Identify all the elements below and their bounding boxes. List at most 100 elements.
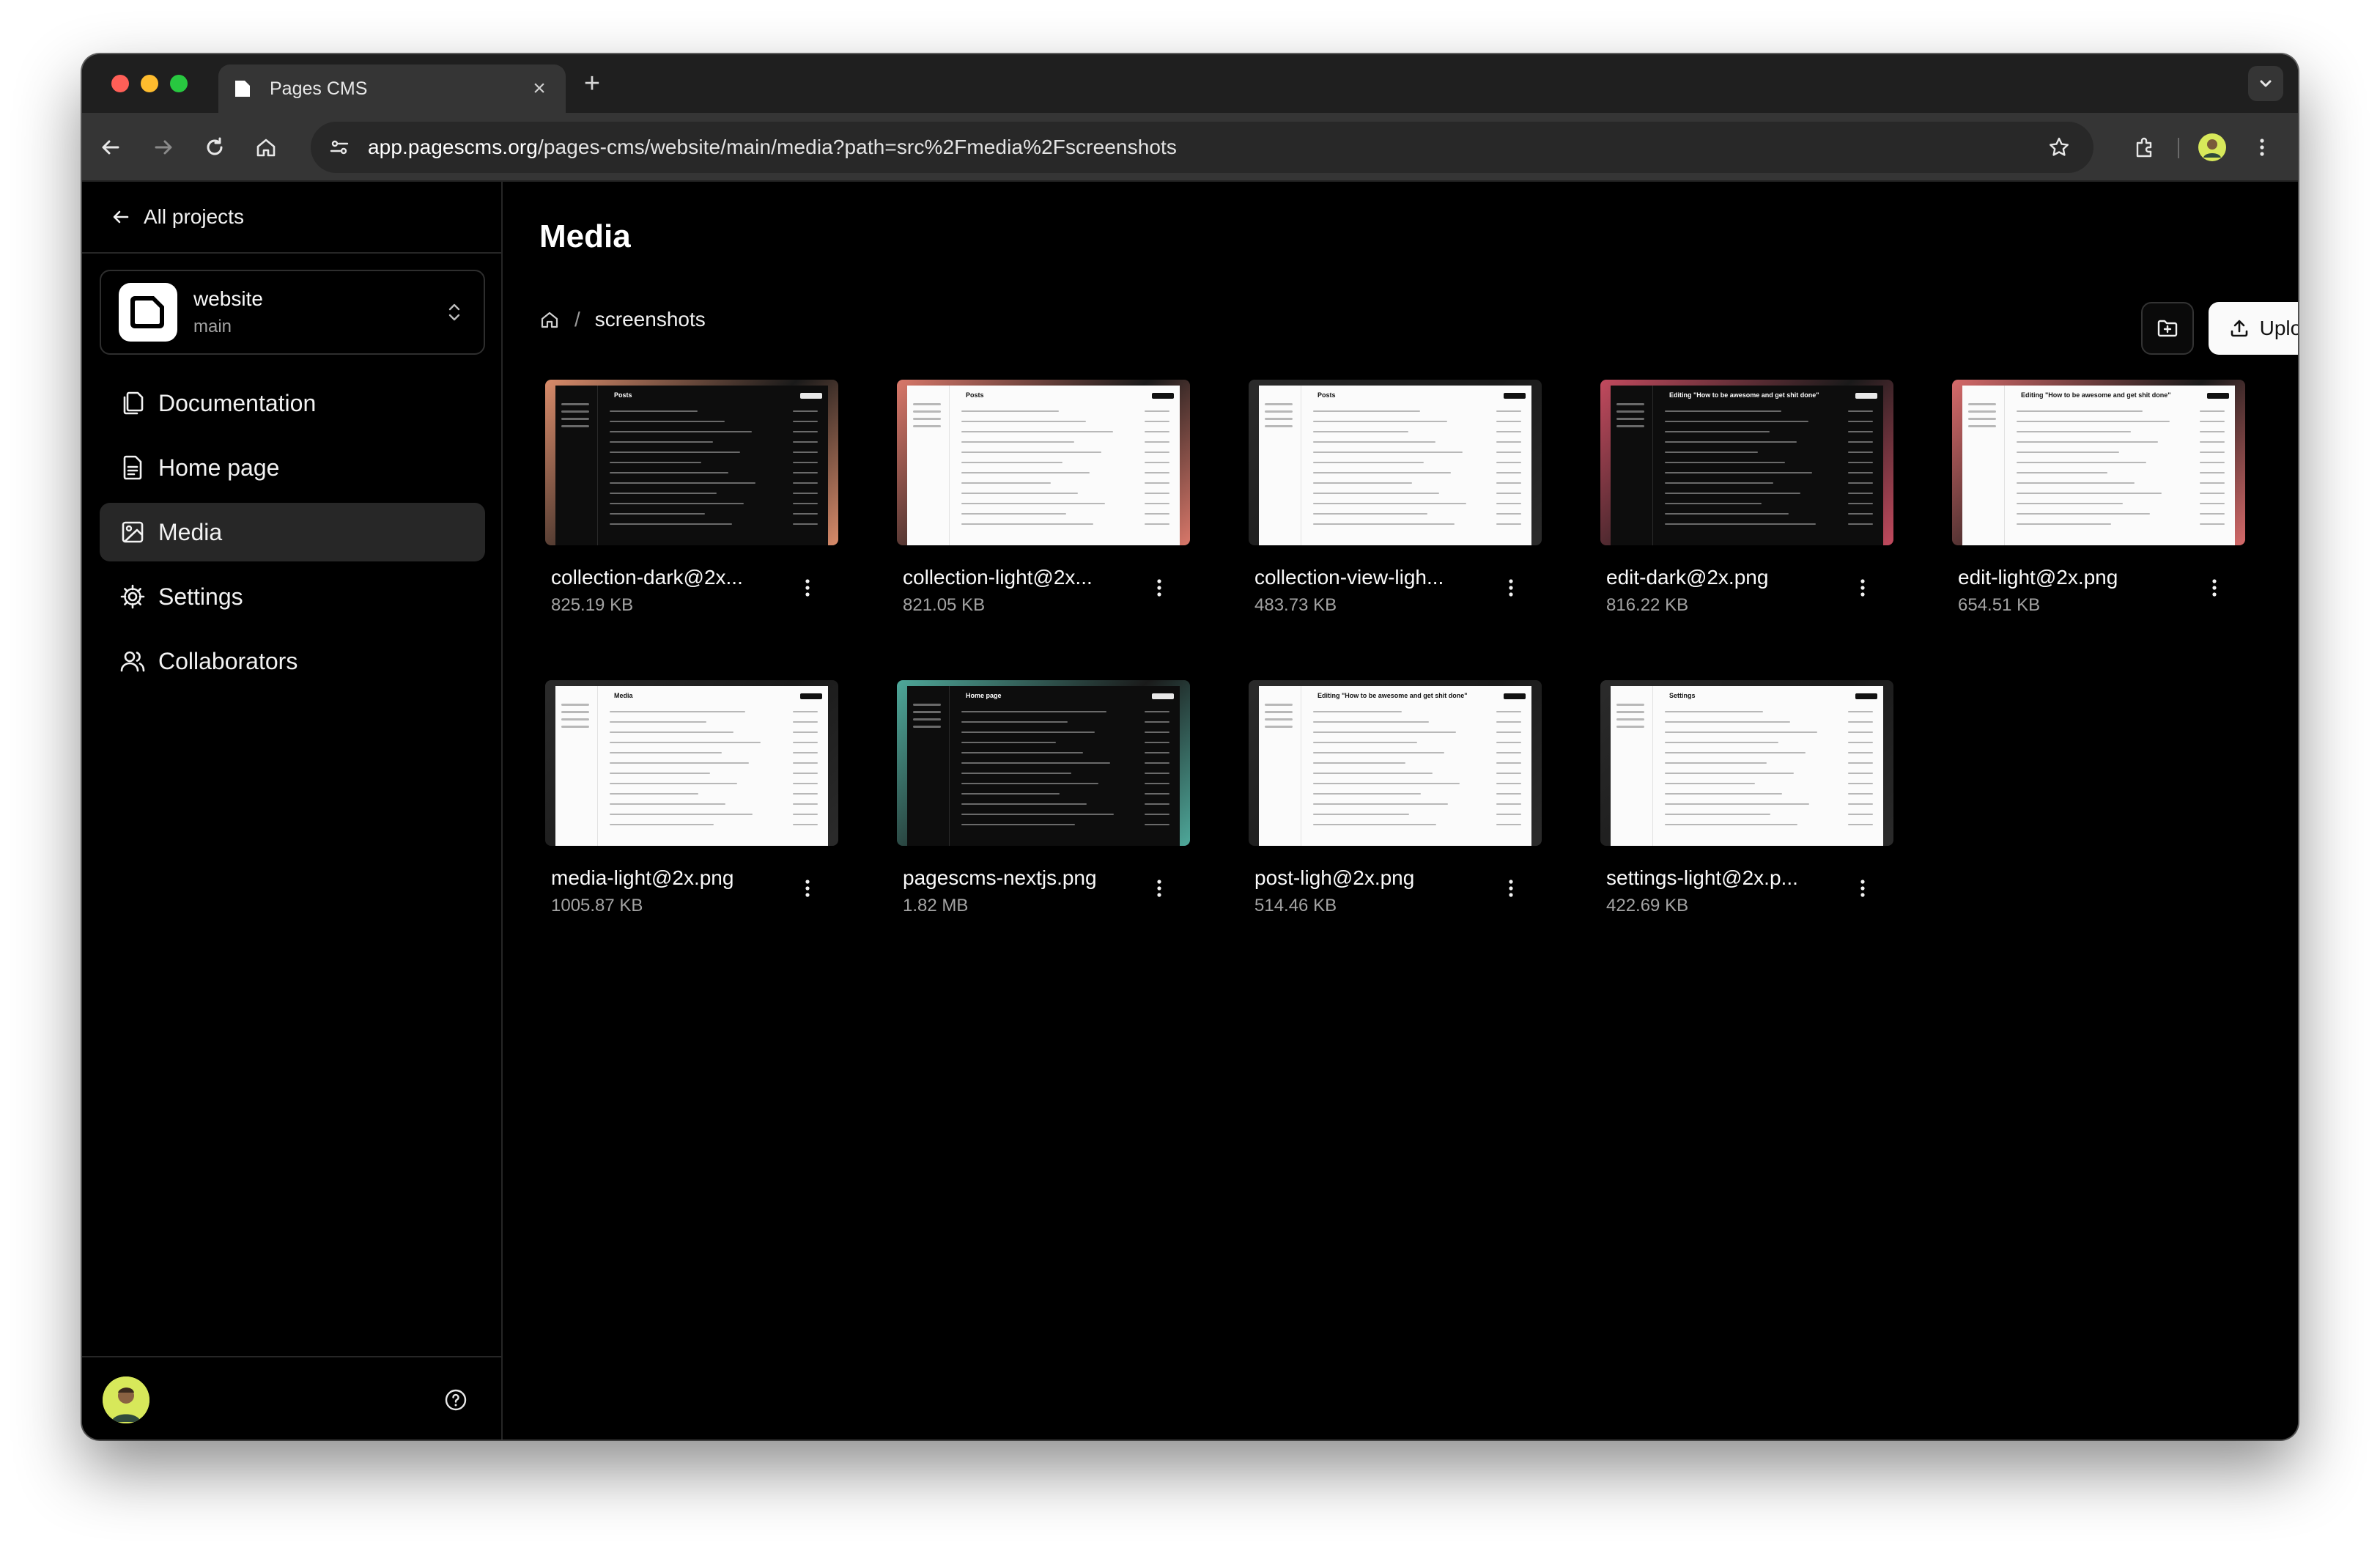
sidebar-nav: Documentation Home page Media Settings C… bbox=[100, 374, 485, 696]
chevrons-up-down-icon bbox=[440, 298, 469, 327]
tab-title: Pages CMS bbox=[270, 78, 368, 99]
project-logo-icon bbox=[119, 283, 177, 342]
thumbnail-heading: Media bbox=[614, 692, 633, 699]
file-text-icon bbox=[119, 454, 147, 482]
browser-window: Pages CMS × + app.pagescms.org/pages-cms… bbox=[82, 54, 2298, 1440]
file-actions-button[interactable] bbox=[1145, 573, 1174, 602]
media-file-card[interactable]: Home page pagescms-nextjs.png 1.82 MB bbox=[891, 680, 1196, 922]
media-file-card[interactable]: Posts collection-light@2x... 821.05 KB bbox=[891, 380, 1196, 622]
thumbnail-preview: Media bbox=[555, 686, 828, 846]
user-avatar[interactable] bbox=[103, 1376, 149, 1423]
close-tab-icon[interactable]: × bbox=[528, 76, 551, 101]
media-thumbnail[interactable]: Settings bbox=[1600, 680, 1893, 846]
sidebar-item-label: Settings bbox=[158, 583, 243, 610]
bookmark-star-icon[interactable] bbox=[2041, 129, 2077, 166]
media-file-card[interactable]: Settings settings-light@2x.p... 422.69 KB bbox=[1594, 680, 1899, 922]
profile-button[interactable] bbox=[2194, 129, 2231, 166]
home-icon[interactable] bbox=[539, 309, 561, 331]
site-settings-icon[interactable] bbox=[321, 129, 358, 166]
arrow-left-icon bbox=[102, 140, 119, 155]
upload-icon bbox=[2229, 317, 2251, 339]
file-actions-button[interactable] bbox=[793, 573, 822, 602]
extensions-button[interactable] bbox=[2126, 129, 2163, 166]
file-actions-button[interactable] bbox=[1848, 573, 1877, 602]
media-file-card[interactable]: Posts collection-view-ligh... 483.73 KB bbox=[1243, 380, 1548, 622]
sidebar: All projects website main Documentation … bbox=[82, 182, 503, 1440]
file-actions-button[interactable] bbox=[793, 874, 822, 903]
media-file-card[interactable]: Posts collection-dark@2x... 825.19 KB bbox=[539, 380, 844, 622]
new-tab-button[interactable]: + bbox=[574, 66, 610, 101]
file-name: collection-view-ligh... bbox=[1254, 566, 1444, 589]
media-thumbnail[interactable]: Posts bbox=[1249, 380, 1542, 545]
project-switcher[interactable]: website main bbox=[100, 270, 485, 355]
image-icon bbox=[119, 518, 147, 546]
media-file-card[interactable]: Editing "How to be awesome and get shit … bbox=[1243, 680, 1548, 922]
upload-button[interactable]: Upload bbox=[2209, 302, 2298, 355]
folder-plus-icon bbox=[2157, 320, 2178, 337]
chevron-down-icon bbox=[2260, 80, 2272, 87]
file-actions-button[interactable] bbox=[2200, 573, 2229, 602]
sidebar-item-label: Home page bbox=[158, 454, 280, 481]
all-projects-link[interactable]: All projects bbox=[111, 201, 244, 233]
forward-button[interactable] bbox=[145, 129, 182, 166]
media-thumbnail[interactable]: Posts bbox=[545, 380, 838, 545]
thumbnail-heading: Posts bbox=[966, 391, 984, 399]
new-folder-button[interactable] bbox=[2141, 302, 2194, 355]
thumbnail-heading: Editing "How to be awesome and get shit … bbox=[2021, 391, 2171, 399]
thumbnail-preview: Home page bbox=[907, 686, 1180, 846]
arrow-right-icon bbox=[155, 140, 172, 155]
file-actions-button[interactable] bbox=[1496, 573, 1526, 602]
sidebar-item-documentation[interactable]: Documentation bbox=[100, 374, 485, 432]
media-file-card[interactable]: Media media-light@2x.png 1005.87 KB bbox=[539, 680, 844, 922]
sidebar-item-collaborators[interactable]: Collaborators bbox=[100, 632, 485, 690]
thumbnail-preview: Posts bbox=[1259, 386, 1531, 545]
address-bar[interactable]: app.pagescms.org/pages-cms/website/main/… bbox=[311, 122, 2093, 173]
sidebar-item-label: Media bbox=[158, 518, 223, 545]
home-button[interactable] bbox=[248, 129, 284, 166]
file-name: media-light@2x.png bbox=[551, 866, 734, 889]
zoom-window-button[interactable] bbox=[170, 75, 188, 92]
home-icon bbox=[256, 139, 276, 157]
page-favicon-icon bbox=[233, 78, 255, 100]
tab-strip: Pages CMS × + bbox=[82, 54, 2298, 113]
media-thumbnail[interactable]: Editing "How to be awesome and get shit … bbox=[1952, 380, 2245, 545]
documents-icon bbox=[119, 389, 147, 417]
file-actions-button[interactable] bbox=[1496, 874, 1526, 903]
file-name: edit-dark@2x.png bbox=[1606, 566, 1769, 589]
file-name: settings-light@2x.p... bbox=[1606, 866, 1798, 889]
sidebar-item-settings[interactable]: Settings bbox=[100, 567, 485, 626]
media-thumbnail[interactable]: Media bbox=[545, 680, 838, 846]
file-size: 1.82 MB bbox=[903, 896, 969, 915]
browser-tab[interactable]: Pages CMS × bbox=[218, 64, 566, 113]
sidebar-item-home-page[interactable]: Home page bbox=[100, 438, 485, 497]
media-thumbnail[interactable]: Home page bbox=[897, 680, 1190, 846]
more-vertical-icon bbox=[805, 579, 810, 597]
media-thumbnail[interactable]: Editing "How to be awesome and get shit … bbox=[1600, 380, 1893, 545]
file-actions-button[interactable] bbox=[1848, 874, 1877, 903]
thumbnail-heading: Posts bbox=[614, 391, 632, 399]
main-content: Media / screenshots Upload Posts collecti… bbox=[504, 182, 2298, 1440]
more-vertical-icon bbox=[1860, 579, 1865, 597]
reload-button[interactable] bbox=[196, 129, 233, 166]
browser-menu-button[interactable] bbox=[2244, 129, 2280, 166]
file-actions-button[interactable] bbox=[1145, 874, 1174, 903]
close-window-button[interactable] bbox=[111, 75, 129, 92]
help-circle-icon[interactable] bbox=[443, 1387, 469, 1413]
media-thumbnail[interactable]: Editing "How to be awesome and get shit … bbox=[1249, 680, 1542, 846]
thumbnail-heading: Editing "How to be awesome and get shit … bbox=[1669, 391, 1819, 399]
sidebar-item-media[interactable]: Media bbox=[100, 503, 485, 561]
file-size: 816.22 KB bbox=[1606, 595, 1689, 615]
tab-search-button[interactable] bbox=[2248, 66, 2283, 101]
more-vertical-icon bbox=[1509, 579, 1513, 597]
minimize-window-button[interactable] bbox=[141, 75, 158, 92]
project-branch: main bbox=[193, 317, 232, 336]
file-name: collection-dark@2x... bbox=[551, 566, 743, 589]
media-file-card[interactable]: Editing "How to be awesome and get shit … bbox=[1594, 380, 1899, 622]
file-size: 654.51 KB bbox=[1958, 595, 2041, 615]
avatar-icon bbox=[103, 1376, 149, 1423]
sidebar-item-label: Collaborators bbox=[158, 647, 298, 674]
media-thumbnail[interactable]: Posts bbox=[897, 380, 1190, 545]
back-button[interactable] bbox=[92, 129, 129, 166]
media-file-card[interactable]: Editing "How to be awesome and get shit … bbox=[1946, 380, 2251, 622]
more-vertical-icon bbox=[1860, 880, 1865, 897]
